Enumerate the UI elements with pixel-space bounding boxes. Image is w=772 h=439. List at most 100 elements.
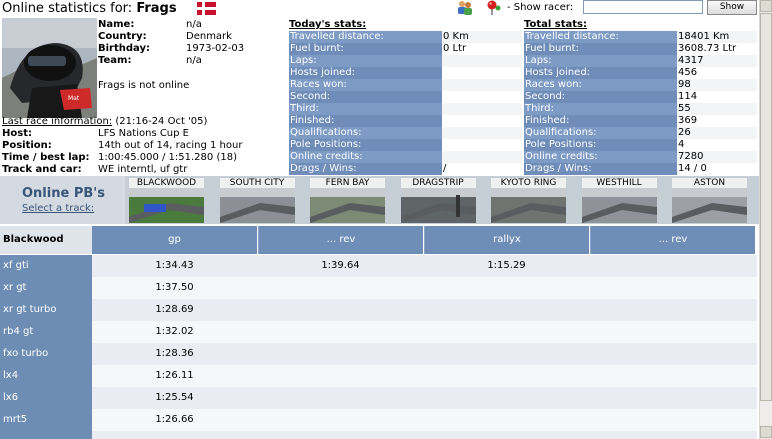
column-header[interactable]: ... rev [258,226,423,254]
today-stat-value [442,67,522,79]
profile-team-value: n/a [186,55,202,66]
total-stat-row: Laps: 4317 [524,55,757,67]
profile-country-row: Country: [98,31,147,43]
today-stat-label: Drags / Wins: [289,163,442,175]
lap-time-cell: 1:26.66 [155,414,194,425]
total-stat-row: Pole Positions: 4 [524,139,757,151]
today-stat-row: Qualifications: [289,127,522,139]
profile-birthday-row: Birthday: [98,43,150,55]
track-name: DRAGSTRIP [400,178,476,188]
vertical-scrollbar[interactable] [759,0,772,439]
lap-time-cell [92,431,257,439]
today-stat-label: Hosts joined: [289,67,442,79]
show-racer-label: - Show racer: [507,2,574,13]
lap-time-cell: 1:28.36 [155,348,194,359]
lap-time-cell [258,299,423,321]
lap-time-cell [424,299,589,321]
lap-time-cell [258,277,423,299]
total-stat-value: 55 [677,103,757,115]
table-row: mrt5 1:26.66 [0,409,757,431]
lap-time-cell: 1:39.64 [321,260,360,271]
lap-time-cell [590,365,755,387]
total-stat-row: Second: 114 [524,91,757,103]
track-thumb-aston[interactable]: ASTON [672,177,747,223]
lap-time-cell [258,409,423,431]
today-stat-label: Laps: [289,55,442,67]
last-race-label[interactable]: Last race information: [2,116,112,127]
today-stat-row: Finished: [289,115,522,127]
today-stat-label: Online credits: [289,151,442,163]
lap-time-cell [590,431,755,439]
lap-time-cell [590,299,755,321]
track-name: FERN BAY [310,178,385,188]
show-button[interactable]: Show [707,0,757,15]
denmark-flag-icon [197,2,216,15]
profile-name-row: Name: [98,19,134,31]
select-track-link[interactable]: Select a track: [22,203,94,214]
lap-time-cell [590,321,755,343]
online-status: Frags is not online [98,80,190,91]
lap-time-cell: 1:37.50 [155,282,194,293]
total-stat-value: 3608.73 Ltr [677,43,757,55]
lap-time-cell [590,387,755,409]
profile-name-value: n/a [186,19,202,30]
racer-avatar: Mat [2,18,97,118]
today-stat-row: Pole Positions: [289,139,522,151]
today-stat-row: Drags / Wins: / [289,163,522,175]
total-stat-row: Qualifications: 26 [524,127,757,139]
push-pin-icon[interactable] [484,0,502,15]
lap-time-cell [258,343,423,365]
track-thumb-blackwood[interactable]: BLACKWOOD [129,177,204,223]
track-name: ASTON [672,178,747,188]
friends-icon[interactable] [456,0,474,15]
track-thumb-fern-bay[interactable]: FERN BAY [310,177,385,223]
total-stat-value: 4317 [677,55,757,67]
today-stat-value: / [442,163,522,175]
today-stat-value [442,91,522,103]
track-thumb-westhill[interactable]: WESTHILL [581,177,657,223]
scrollbar-thumb[interactable] [760,13,772,401]
column-header[interactable]: rallyx [424,226,589,254]
column-header[interactable]: ... rev [590,226,755,254]
today-stat-label: Third: [289,103,442,115]
car-name: mrt5 [0,409,92,431]
total-stat-value: 114 [677,91,757,103]
total-stat-value: 26 [677,127,757,139]
lap-time-cell: 1:28.69 [155,304,194,315]
total-stat-value: 14 / 0 [677,163,757,175]
total-stat-row: Hosts joined: 456 [524,67,757,79]
today-stat-value [442,151,522,163]
table-row: xr gt 1:37.50 [0,277,757,299]
total-stat-row: Travelled distance: 18401 Km [524,31,757,43]
today-stat-label: Races won: [289,79,442,91]
page-title: Online statistics for: Frags [2,0,177,17]
track-car-label: Track and car: [2,164,82,175]
racer-search-input[interactable] [583,0,703,14]
time-label: Time / best lap: [2,152,90,163]
scroll-up-button[interactable] [760,0,772,12]
lap-time-cell: 1:15.29 [487,260,526,271]
lap-time-cell [424,431,589,439]
today-stat-label: Finished: [289,115,442,127]
car-name: rb4 gt [0,321,92,343]
racer-name: Frags [136,1,177,16]
total-stat-row: Finished: 369 [524,115,757,127]
scroll-down-button[interactable] [760,426,772,438]
track-name: SOUTH CITY [219,178,295,188]
track-car-value: WE interntl, uf gtr [98,164,188,175]
table-row: rb4 gt 1:32.02 [0,321,757,343]
host-value: LFS Nations Cup E [98,128,189,139]
lap-time-cell [424,321,589,343]
track-thumb-dragstrip[interactable]: DRAGSTRIP [400,177,476,223]
track-thumb-south-city[interactable]: SOUTH CITY [219,177,295,223]
column-header[interactable]: gp [92,226,257,254]
total-stat-label: Pole Positions: [524,139,677,151]
today-stat-value [442,55,522,67]
total-stat-label: Travelled distance: [524,31,677,43]
car-name [0,431,92,439]
track-thumb-kyoto-ring[interactable]: KYOTO RING [491,177,566,223]
table-row: fxo turbo 1:28.36 [0,343,757,365]
last-race-time: (21:16-24 Oct '05) [115,116,208,127]
total-stat-label: Laps: [524,55,677,67]
car-name: lx6 [0,387,92,409]
